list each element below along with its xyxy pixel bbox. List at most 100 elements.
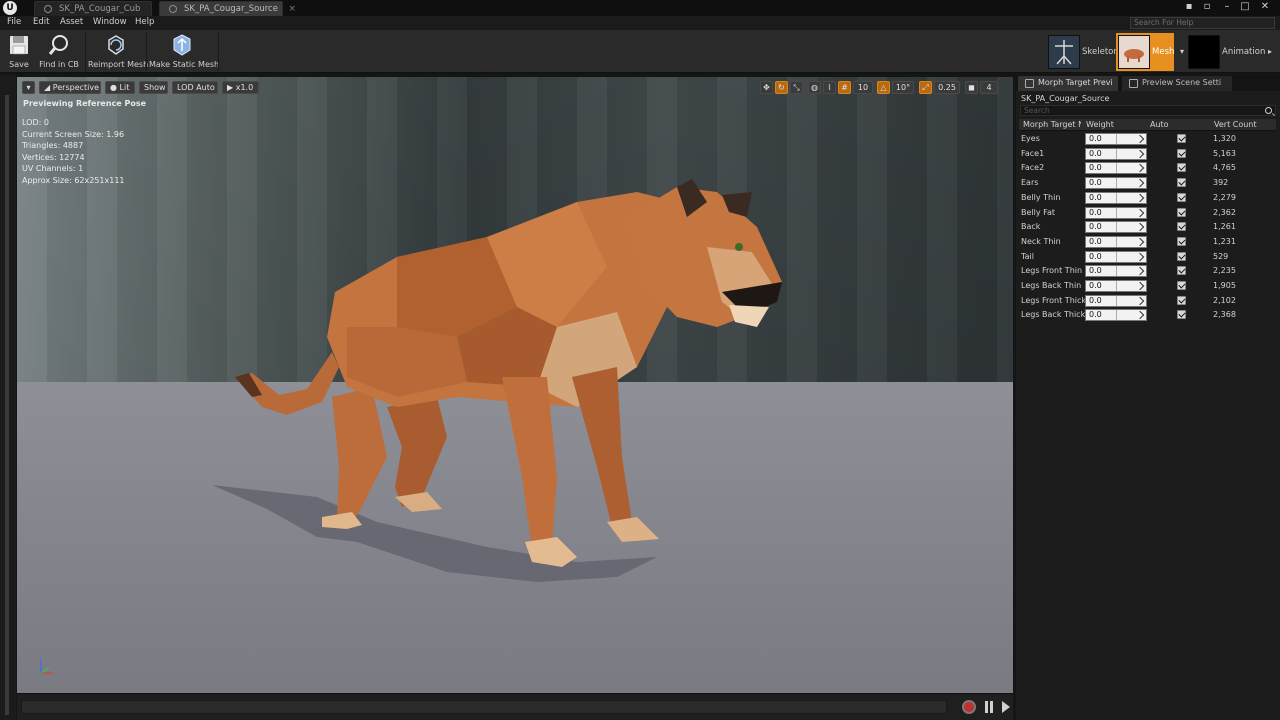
show-button[interactable]: Show: [139, 81, 168, 94]
make-static-mesh-button[interactable]: Make Static Mesh: [149, 32, 219, 72]
weight-input[interactable]: 0.0: [1085, 147, 1147, 160]
tab-sk-pa-cougar-source[interactable]: SK_PA_Cougar_Source ×: [159, 1, 296, 16]
mesh-mode-label[interactable]: Mesh: [1152, 47, 1174, 57]
skeleton-mode-label[interactable]: Skeleton: [1082, 47, 1119, 57]
weight-input[interactable]: 0.0: [1085, 294, 1147, 307]
grid-snap-icon[interactable]: #: [838, 81, 851, 94]
maximize-icon[interactable]: □: [1238, 0, 1252, 14]
weight-input[interactable]: 0.0: [1085, 162, 1147, 175]
table-row[interactable]: Belly Fat 0.0 2,362: [1019, 206, 1276, 221]
weight-spinner-icon[interactable]: [1116, 266, 1146, 277]
auto-checkbox[interactable]: [1177, 178, 1186, 188]
table-row[interactable]: Legs Front Thick 0.0 2,102: [1019, 294, 1276, 309]
weight-spinner-icon[interactable]: [1116, 134, 1146, 144]
close-window-icon[interactable]: ✕: [1258, 0, 1272, 14]
menu-help[interactable]: Help: [135, 17, 154, 27]
camera-speed-value[interactable]: 4: [980, 81, 998, 94]
table-row[interactable]: Face1 0.0 5,163: [1019, 147, 1276, 162]
table-row[interactable]: Eyes 0.0 1,320: [1019, 132, 1276, 147]
grid-snap-value[interactable]: 10: [853, 81, 873, 94]
weight-input[interactable]: 0.0: [1085, 191, 1147, 204]
auto-checkbox[interactable]: [1177, 295, 1186, 305]
morph-target-search-input[interactable]: Search: [1020, 105, 1276, 116]
weight-spinner-icon[interactable]: [1116, 310, 1146, 321]
weight-spinner-icon[interactable]: [1116, 192, 1146, 203]
auto-checkbox[interactable]: [1177, 222, 1186, 232]
auto-checkbox[interactable]: [1177, 266, 1186, 276]
column-weight[interactable]: Weight: [1086, 120, 1114, 129]
weight-input[interactable]: 0.0: [1085, 206, 1147, 219]
lit-button[interactable]: ● Lit: [105, 81, 135, 94]
save-button[interactable]: Save: [4, 32, 34, 72]
weight-spinner-icon[interactable]: [1116, 236, 1146, 247]
scale-snap-value[interactable]: 0.25: [934, 81, 960, 94]
auto-checkbox[interactable]: [1177, 207, 1186, 217]
skeleton-mode-button[interactable]: [1048, 35, 1080, 69]
rotation-snap-value[interactable]: 10°: [892, 81, 914, 94]
menu-edit[interactable]: Edit: [33, 17, 49, 27]
menu-file[interactable]: File: [7, 17, 21, 27]
minimize-icon[interactable]: –: [1220, 0, 1234, 14]
weight-input[interactable]: 0.0: [1085, 250, 1147, 263]
surface-snap-icon[interactable]: ⌇: [823, 81, 836, 94]
weight-spinner-icon[interactable]: [1116, 148, 1146, 159]
animation-mode-label[interactable]: Animation: [1222, 47, 1265, 57]
weight-spinner-icon[interactable]: [1116, 207, 1146, 218]
close-icon[interactable]: ×: [288, 2, 296, 16]
weight-spinner-icon[interactable]: [1116, 251, 1146, 262]
perspective-button[interactable]: ◢ Perspective: [39, 81, 101, 94]
weight-input[interactable]: 0.0: [1085, 309, 1147, 322]
menu-window[interactable]: Window: [93, 17, 127, 27]
auto-checkbox[interactable]: [1177, 134, 1186, 143]
cougar-mesh-preview[interactable]: [17, 77, 1013, 693]
weight-spinner-icon[interactable]: [1116, 163, 1146, 174]
rotation-snap-icon[interactable]: △: [877, 81, 890, 94]
tab-preview-scene-settings[interactable]: Preview Scene Setti: [1122, 76, 1232, 91]
table-row[interactable]: Ears 0.0 392: [1019, 176, 1276, 191]
table-row[interactable]: Legs Front Thin 0.0 2,235: [1019, 264, 1276, 279]
search-for-help-input[interactable]: Search For Help: [1130, 17, 1275, 29]
weight-input[interactable]: 0.0: [1085, 221, 1147, 234]
table-row[interactable]: Legs Back Thick 0.0 2,368: [1019, 308, 1276, 323]
auto-checkbox[interactable]: [1177, 236, 1186, 246]
auto-checkbox[interactable]: [1177, 148, 1186, 158]
weight-input[interactable]: 0.0: [1085, 265, 1147, 278]
weight-input[interactable]: 0.0: [1085, 133, 1147, 145]
notification-icon[interactable]: ▪: [1182, 0, 1196, 14]
mesh-thumbnail-icon[interactable]: [1118, 35, 1150, 69]
table-row[interactable]: Tail 0.0 529: [1019, 250, 1276, 265]
weight-input[interactable]: 0.0: [1085, 235, 1147, 248]
table-row[interactable]: Neck Thin 0.0 1,231: [1019, 235, 1276, 250]
play-button[interactable]: [1002, 701, 1010, 713]
preview-viewport[interactable]: ▾ ◢ Perspective ● Lit Show LOD Auto ▶ x1…: [17, 77, 1013, 693]
viewport-options-dropdown[interactable]: ▾: [22, 81, 35, 94]
auto-checkbox[interactable]: [1177, 163, 1186, 173]
pause-button[interactable]: [983, 700, 995, 714]
weight-spinner-icon[interactable]: [1116, 281, 1146, 291]
timeline-track[interactable]: [21, 700, 947, 714]
tab-morph-target-preview[interactable]: Morph Target Previ: [1018, 76, 1118, 91]
column-vert-count[interactable]: Vert Count: [1214, 120, 1257, 129]
column-name[interactable]: Morph Target Na: [1023, 120, 1081, 129]
auto-checkbox[interactable]: [1177, 251, 1186, 261]
world-local-icon[interactable]: ◍: [808, 81, 821, 94]
mesh-mode-dropdown-icon[interactable]: ▾: [1180, 47, 1184, 56]
table-row[interactable]: Belly Thin 0.0 2,279: [1019, 191, 1276, 206]
record-button[interactable]: [962, 700, 976, 714]
weight-spinner-icon[interactable]: [1116, 178, 1146, 189]
weight-input[interactable]: 0.0: [1085, 280, 1147, 292]
column-auto[interactable]: Auto: [1150, 120, 1169, 129]
weight-spinner-icon[interactable]: [1116, 222, 1146, 233]
table-row[interactable]: Legs Back Thin 0.0 1,905: [1019, 279, 1276, 294]
menu-asset[interactable]: Asset: [60, 17, 83, 27]
auto-checkbox[interactable]: [1177, 310, 1186, 320]
find-in-cb-button[interactable]: Find in CB: [38, 32, 80, 72]
scale-icon[interactable]: ⤡: [790, 81, 803, 94]
table-row[interactable]: Face2 0.0 4,765: [1019, 161, 1276, 176]
rotate-icon[interactable]: ↻: [775, 81, 788, 94]
toolbar-overflow-icon[interactable]: ▸: [1268, 47, 1272, 56]
lod-auto-button[interactable]: LOD Auto: [172, 81, 218, 94]
auto-checkbox[interactable]: [1177, 281, 1186, 290]
animation-mode-button[interactable]: [1188, 35, 1220, 69]
weight-spinner-icon[interactable]: [1116, 295, 1146, 306]
